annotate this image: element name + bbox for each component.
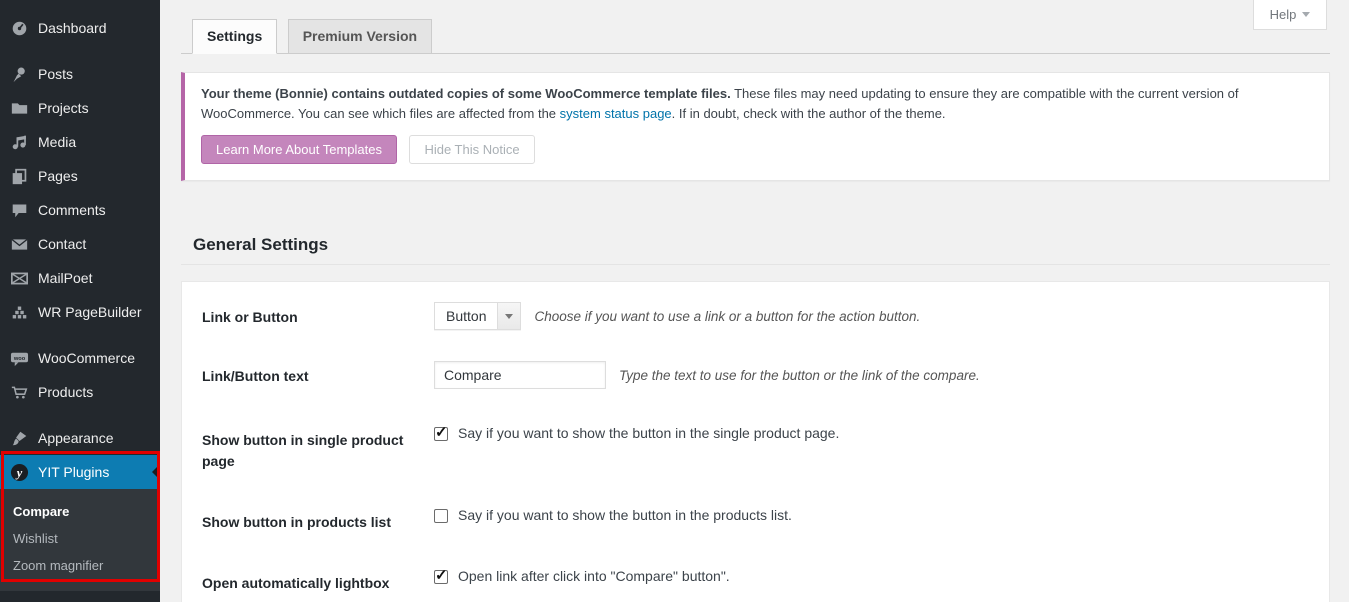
notice-buttons: Learn More About Templates Hide This Not… <box>201 135 1309 164</box>
checkmark-icon: ✓ <box>435 423 448 441</box>
sidebar-item-label: Pages <box>38 168 78 184</box>
nav-tab-wrapper: Settings Premium Version <box>181 18 1330 54</box>
show-button-single-checkbox[interactable]: ✓ <box>434 427 448 441</box>
link-button-text-input[interactable] <box>434 361 606 389</box>
sidebar-item-label: WooCommerce <box>38 350 135 366</box>
field-label: Show button in single product page <box>202 425 414 471</box>
sidebar-item-label: MailPoet <box>38 270 92 286</box>
field-label: Link or Button <box>202 302 414 327</box>
svg-text:y: y <box>14 465 22 479</box>
dashboard-icon <box>9 18 29 38</box>
tab-settings[interactable]: Settings <box>192 19 277 54</box>
current-menu-arrow-icon <box>152 464 160 480</box>
sidebar-item-contact[interactable]: Contact <box>0 227 160 261</box>
envelope-closed-icon <box>9 268 29 288</box>
hide-notice-button[interactable]: Hide This Notice <box>409 135 534 164</box>
sidebar-item-pages[interactable]: Pages <box>0 159 160 193</box>
pages-icon <box>9 166 29 186</box>
notice-text: Your theme (Bonnie) contains outdated co… <box>201 84 1309 124</box>
field-label: Open automatically lightbox <box>202 568 414 593</box>
sidebar-item-label: WR PageBuilder <box>38 304 142 320</box>
form-row-show-button-single: Show button in single product page ✓ Say… <box>202 425 1309 471</box>
cart-icon <box>9 382 29 402</box>
open-lightbox-checkbox[interactable]: ✓ <box>434 570 448 584</box>
field-control: ✓ Open link after click into "Compare" b… <box>434 568 730 584</box>
notice-bold-text: Your theme (Bonnie) contains outdated co… <box>201 86 731 101</box>
admin-sidebar: Dashboard Posts Projects Media Pages <box>0 0 160 602</box>
woocommerce-template-notice: Your theme (Bonnie) contains outdated co… <box>181 72 1330 181</box>
yit-icon: y <box>9 462 29 482</box>
comment-bubble-icon <box>9 200 29 220</box>
general-settings-panel: Link or Button Button Choose if you want… <box>181 281 1330 602</box>
field-description: Type the text to use for the button or t… <box>619 368 980 383</box>
sidebar-item-label: YIT Plugins <box>38 464 109 480</box>
media-icon <box>9 132 29 152</box>
sidebar-item-products[interactable]: Products <box>0 375 160 409</box>
sidebar-item-projects[interactable]: Projects <box>0 91 160 125</box>
field-control: Type the text to use for the button or t… <box>434 361 980 389</box>
woo-bubble-icon: woo <box>9 348 29 368</box>
sidebar-item-label: Contact <box>38 236 86 252</box>
pushpin-icon <box>9 64 29 84</box>
section-divider <box>181 264 1330 265</box>
field-control: ✓ Say if you want to show the button in … <box>434 425 839 441</box>
field-label: Show button in products list <box>202 507 414 532</box>
sidebar-item-comments[interactable]: Comments <box>0 193 160 227</box>
sidebar-item-woocommerce[interactable]: woo WooCommerce <box>0 341 160 375</box>
sidebar-item-posts[interactable]: Posts <box>0 57 160 91</box>
form-row-link-button-text: Link/Button text Type the text to use fo… <box>202 361 1309 389</box>
brush-icon <box>9 428 29 448</box>
field-label: Link/Button text <box>202 361 414 386</box>
sidebar-item-label: Dashboard <box>38 20 107 36</box>
sidebar-item-label: Projects <box>38 100 89 116</box>
checkmark-icon: ✓ <box>435 566 448 584</box>
sidebar-item-media[interactable]: Media <box>0 125 160 159</box>
submenu-item-compare[interactable]: Compare <box>0 498 160 525</box>
sidebar-item-dashboard[interactable]: Dashboard <box>0 11 160 45</box>
learn-more-templates-button[interactable]: Learn More About Templates <box>201 135 397 164</box>
blocks-icon <box>9 302 29 322</box>
help-dropdown[interactable]: Help <box>1253 0 1327 30</box>
select-value: Button <box>435 303 497 329</box>
sidebar-item-label: Comments <box>38 202 106 218</box>
caret-down-icon <box>1302 12 1310 17</box>
form-row-open-lightbox: Open automatically lightbox ✓ Open link … <box>202 568 1309 593</box>
form-row-link-or-button: Link or Button Button Choose if you want… <box>202 302 1309 330</box>
sidebar-item-label: Products <box>38 384 93 400</box>
admin-content: Help Settings Premium Version Your theme… <box>160 0 1349 602</box>
sidebar-item-appearance[interactable]: Appearance <box>0 421 160 455</box>
show-button-list-checkbox[interactable]: ✓ <box>434 509 448 523</box>
submenu-item-zoom-magnifier[interactable]: Zoom magnifier <box>0 552 160 579</box>
link-or-button-select[interactable]: Button <box>434 302 521 330</box>
folder-icon <box>9 98 29 118</box>
field-control: Button Choose if you want to use a link … <box>434 302 920 330</box>
chevron-down-icon <box>497 303 520 329</box>
sidebar-item-label: Appearance <box>38 430 114 446</box>
field-description: Choose if you want to use a link or a bu… <box>534 309 920 324</box>
wordpress-admin-page: Dashboard Posts Projects Media Pages <box>0 0 1349 602</box>
field-description: Say if you want to show the button in th… <box>458 507 792 523</box>
section-title: General Settings <box>181 235 1330 255</box>
yit-plugins-submenu: Compare Wishlist Zoom magnifier <box>0 489 160 591</box>
field-description: Say if you want to show the button in th… <box>458 425 839 441</box>
help-label: Help <box>1270 7 1297 22</box>
sidebar-item-wr-pagebuilder[interactable]: WR PageBuilder <box>0 295 160 329</box>
form-row-show-button-list: Show button in products list ✓ Say if yo… <box>202 507 1309 532</box>
sidebar-item-label: Posts <box>38 66 73 82</box>
sidebar-item-label: Media <box>38 134 76 150</box>
sidebar-item-mailpoet[interactable]: MailPoet <box>0 261 160 295</box>
field-description: Open link after click into "Compare" but… <box>458 568 730 584</box>
sidebar-item-yit-plugins[interactable]: y YIT Plugins <box>0 455 160 489</box>
system-status-page-link[interactable]: system status page <box>560 106 672 121</box>
field-control: ✓ Say if you want to show the button in … <box>434 507 792 523</box>
svg-text:woo: woo <box>12 355 25 361</box>
envelope-icon <box>9 234 29 254</box>
tab-premium-version[interactable]: Premium Version <box>288 19 432 54</box>
submenu-item-wishlist[interactable]: Wishlist <box>0 525 160 552</box>
